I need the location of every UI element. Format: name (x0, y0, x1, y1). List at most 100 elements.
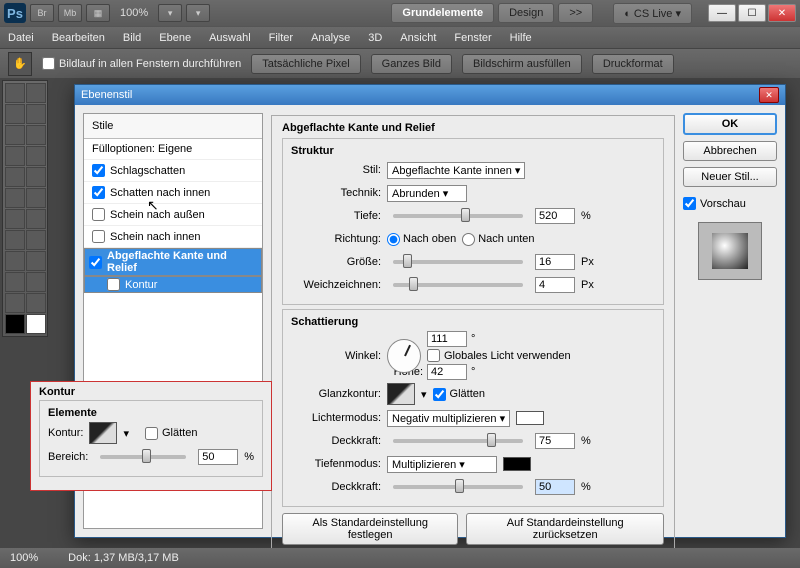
close-btn[interactable]: ✕ (768, 4, 796, 22)
workspace-design[interactable]: Design (498, 3, 554, 23)
highlight-color[interactable] (516, 411, 544, 425)
zoom-tool[interactable] (26, 293, 46, 313)
crop-tool[interactable] (5, 125, 25, 145)
maximize-btn[interactable]: ☐ (738, 4, 766, 22)
menu-auswahl[interactable]: Auswahl (209, 32, 251, 44)
new-style-button[interactable]: Neuer Stil... (683, 167, 777, 187)
lasso-tool[interactable] (5, 104, 25, 124)
marquee-tool[interactable] (26, 83, 46, 103)
contour-row[interactable]: Kontur (84, 276, 262, 293)
menu-datei[interactable]: Datei (8, 32, 34, 44)
direction-down[interactable]: Nach unten (462, 233, 534, 246)
dialog-close-btn[interactable]: ✕ (759, 87, 779, 103)
popup-range-input[interactable]: 50 (198, 449, 238, 465)
make-default-btn[interactable]: Als Standardeinstellung festlegen (282, 513, 458, 545)
status-zoom[interactable]: 100% (10, 552, 38, 564)
wand-tool[interactable] (26, 104, 46, 124)
direction-up[interactable]: Nach oben (387, 233, 456, 246)
menu-ansicht[interactable]: Ansicht (400, 32, 436, 44)
shadow-mode-select[interactable]: Multiplizieren ▾ (387, 456, 497, 473)
fit-screen-btn[interactable]: Ganzes Bild (371, 54, 452, 74)
3d-tool[interactable] (5, 272, 25, 292)
workspace-grundelemente[interactable]: Grundelemente (391, 3, 494, 23)
path-tool[interactable] (5, 251, 25, 271)
blur-tool[interactable] (5, 209, 25, 229)
soften-slider[interactable] (393, 283, 523, 287)
soften-input[interactable]: 4 (535, 277, 575, 293)
type-tool[interactable] (26, 230, 46, 250)
ok-button[interactable]: OK (683, 113, 777, 135)
popup-antialias-cb[interactable]: Glätten (145, 427, 197, 440)
arrange-btn[interactable]: ▾ (158, 4, 182, 22)
menu-bild[interactable]: Bild (123, 32, 141, 44)
reset-default-btn[interactable]: Auf Standardeinstellung zurücksetzen (466, 513, 664, 545)
brush-tool[interactable] (26, 146, 46, 166)
depth-slider[interactable] (393, 214, 523, 218)
pen-tool[interactable] (5, 230, 25, 250)
shadow-color[interactable] (503, 457, 531, 471)
inner-glow-row[interactable]: Schein nach innen (84, 226, 262, 248)
minimize-btn[interactable]: — (708, 4, 736, 22)
drop-shadow-row[interactable]: Schlagschatten (84, 160, 262, 182)
bevel-row[interactable]: Abgeflachte Kante und Relief (84, 248, 262, 276)
hand-tool[interactable] (5, 293, 25, 313)
eraser-tool[interactable] (5, 188, 25, 208)
actual-pixels-btn[interactable]: Tatsächliche Pixel (251, 54, 360, 74)
bg-color[interactable] (26, 314, 46, 334)
scroll-all-checkbox[interactable]: Bildlauf in allen Fenstern durchführen (42, 57, 241, 70)
fill-screen-btn[interactable]: Bildschirm ausfüllen (462, 54, 582, 74)
outer-glow-row[interactable]: Schein nach außen (84, 204, 262, 226)
history-brush-tool[interactable] (26, 167, 46, 187)
fg-color[interactable] (5, 314, 25, 334)
altitude-input[interactable]: 42 (427, 364, 467, 380)
eyedropper-tool[interactable] (26, 125, 46, 145)
print-size-btn[interactable]: Druckformat (592, 54, 674, 74)
global-light-cb[interactable]: Globales Licht verwenden (427, 349, 571, 362)
blend-options-row[interactable]: Fülloptionen: Eigene (84, 139, 262, 160)
menu-3d[interactable]: 3D (368, 32, 382, 44)
dialog-titlebar[interactable]: Ebenenstil ✕ (75, 85, 785, 105)
size-slider[interactable] (393, 260, 523, 264)
shadow-opacity-slider[interactable] (393, 485, 523, 489)
cancel-button[interactable]: Abbrechen (683, 141, 777, 161)
technique-select[interactable]: Abrunden ▾ (387, 185, 467, 202)
menu-filter[interactable]: Filter (269, 32, 293, 44)
minibridge-btn[interactable]: Mb (58, 4, 82, 22)
angle-dial[interactable] (387, 339, 421, 373)
angle-input[interactable]: 111 (427, 331, 467, 347)
menu-ebene[interactable]: Ebene (159, 32, 191, 44)
hand-tool-icon[interactable]: ✋ (8, 52, 32, 76)
depth-input[interactable]: 520 (535, 208, 575, 224)
menu-hilfe[interactable]: Hilfe (510, 32, 532, 44)
popup-contour-picker[interactable] (89, 422, 117, 444)
healing-tool[interactable] (5, 146, 25, 166)
size-input[interactable]: 16 (535, 254, 575, 270)
view-extras-btn[interactable]: ▦ (86, 4, 110, 22)
inner-shadow-row[interactable]: Schatten nach innen (84, 182, 262, 204)
status-doc[interactable]: Dok: 1,37 MB/3,17 MB (68, 552, 179, 564)
menu-bearbeiten[interactable]: Bearbeiten (52, 32, 105, 44)
workspace-more[interactable]: >> (558, 3, 593, 23)
menu-fenster[interactable]: Fenster (454, 32, 491, 44)
gradient-tool[interactable] (26, 188, 46, 208)
preview-checkbox[interactable]: Vorschau (683, 197, 777, 210)
highlight-opacity-input[interactable]: 75 (535, 433, 575, 449)
shadow-opacity-input[interactable]: 50 (535, 479, 575, 495)
screen-mode-btn[interactable]: ▾ (186, 4, 210, 22)
camera-tool[interactable] (26, 272, 46, 292)
stamp-tool[interactable] (5, 167, 25, 187)
highlight-mode-select[interactable]: Negativ multiplizieren ▾ (387, 410, 510, 427)
menu-analyse[interactable]: Analyse (311, 32, 350, 44)
move-tool[interactable] (5, 83, 25, 103)
highlight-opacity-slider[interactable] (393, 439, 523, 443)
anti-alias-cb[interactable]: Glätten (433, 388, 485, 401)
zoom-level[interactable]: 100% (114, 7, 154, 19)
shape-tool[interactable] (26, 251, 46, 271)
gloss-contour-picker[interactable] (387, 383, 415, 405)
cs-live[interactable]: ◐ CS Live ▾ (613, 3, 692, 24)
style-select[interactable]: Abgeflachte Kante innen ▾ (387, 162, 525, 179)
popup-range-slider[interactable] (100, 455, 186, 459)
contour-popup: Kontur Elemente Kontur:▾Glätten Bereich:… (30, 381, 272, 491)
dodge-tool[interactable] (26, 209, 46, 229)
bridge-btn[interactable]: Br (30, 4, 54, 22)
